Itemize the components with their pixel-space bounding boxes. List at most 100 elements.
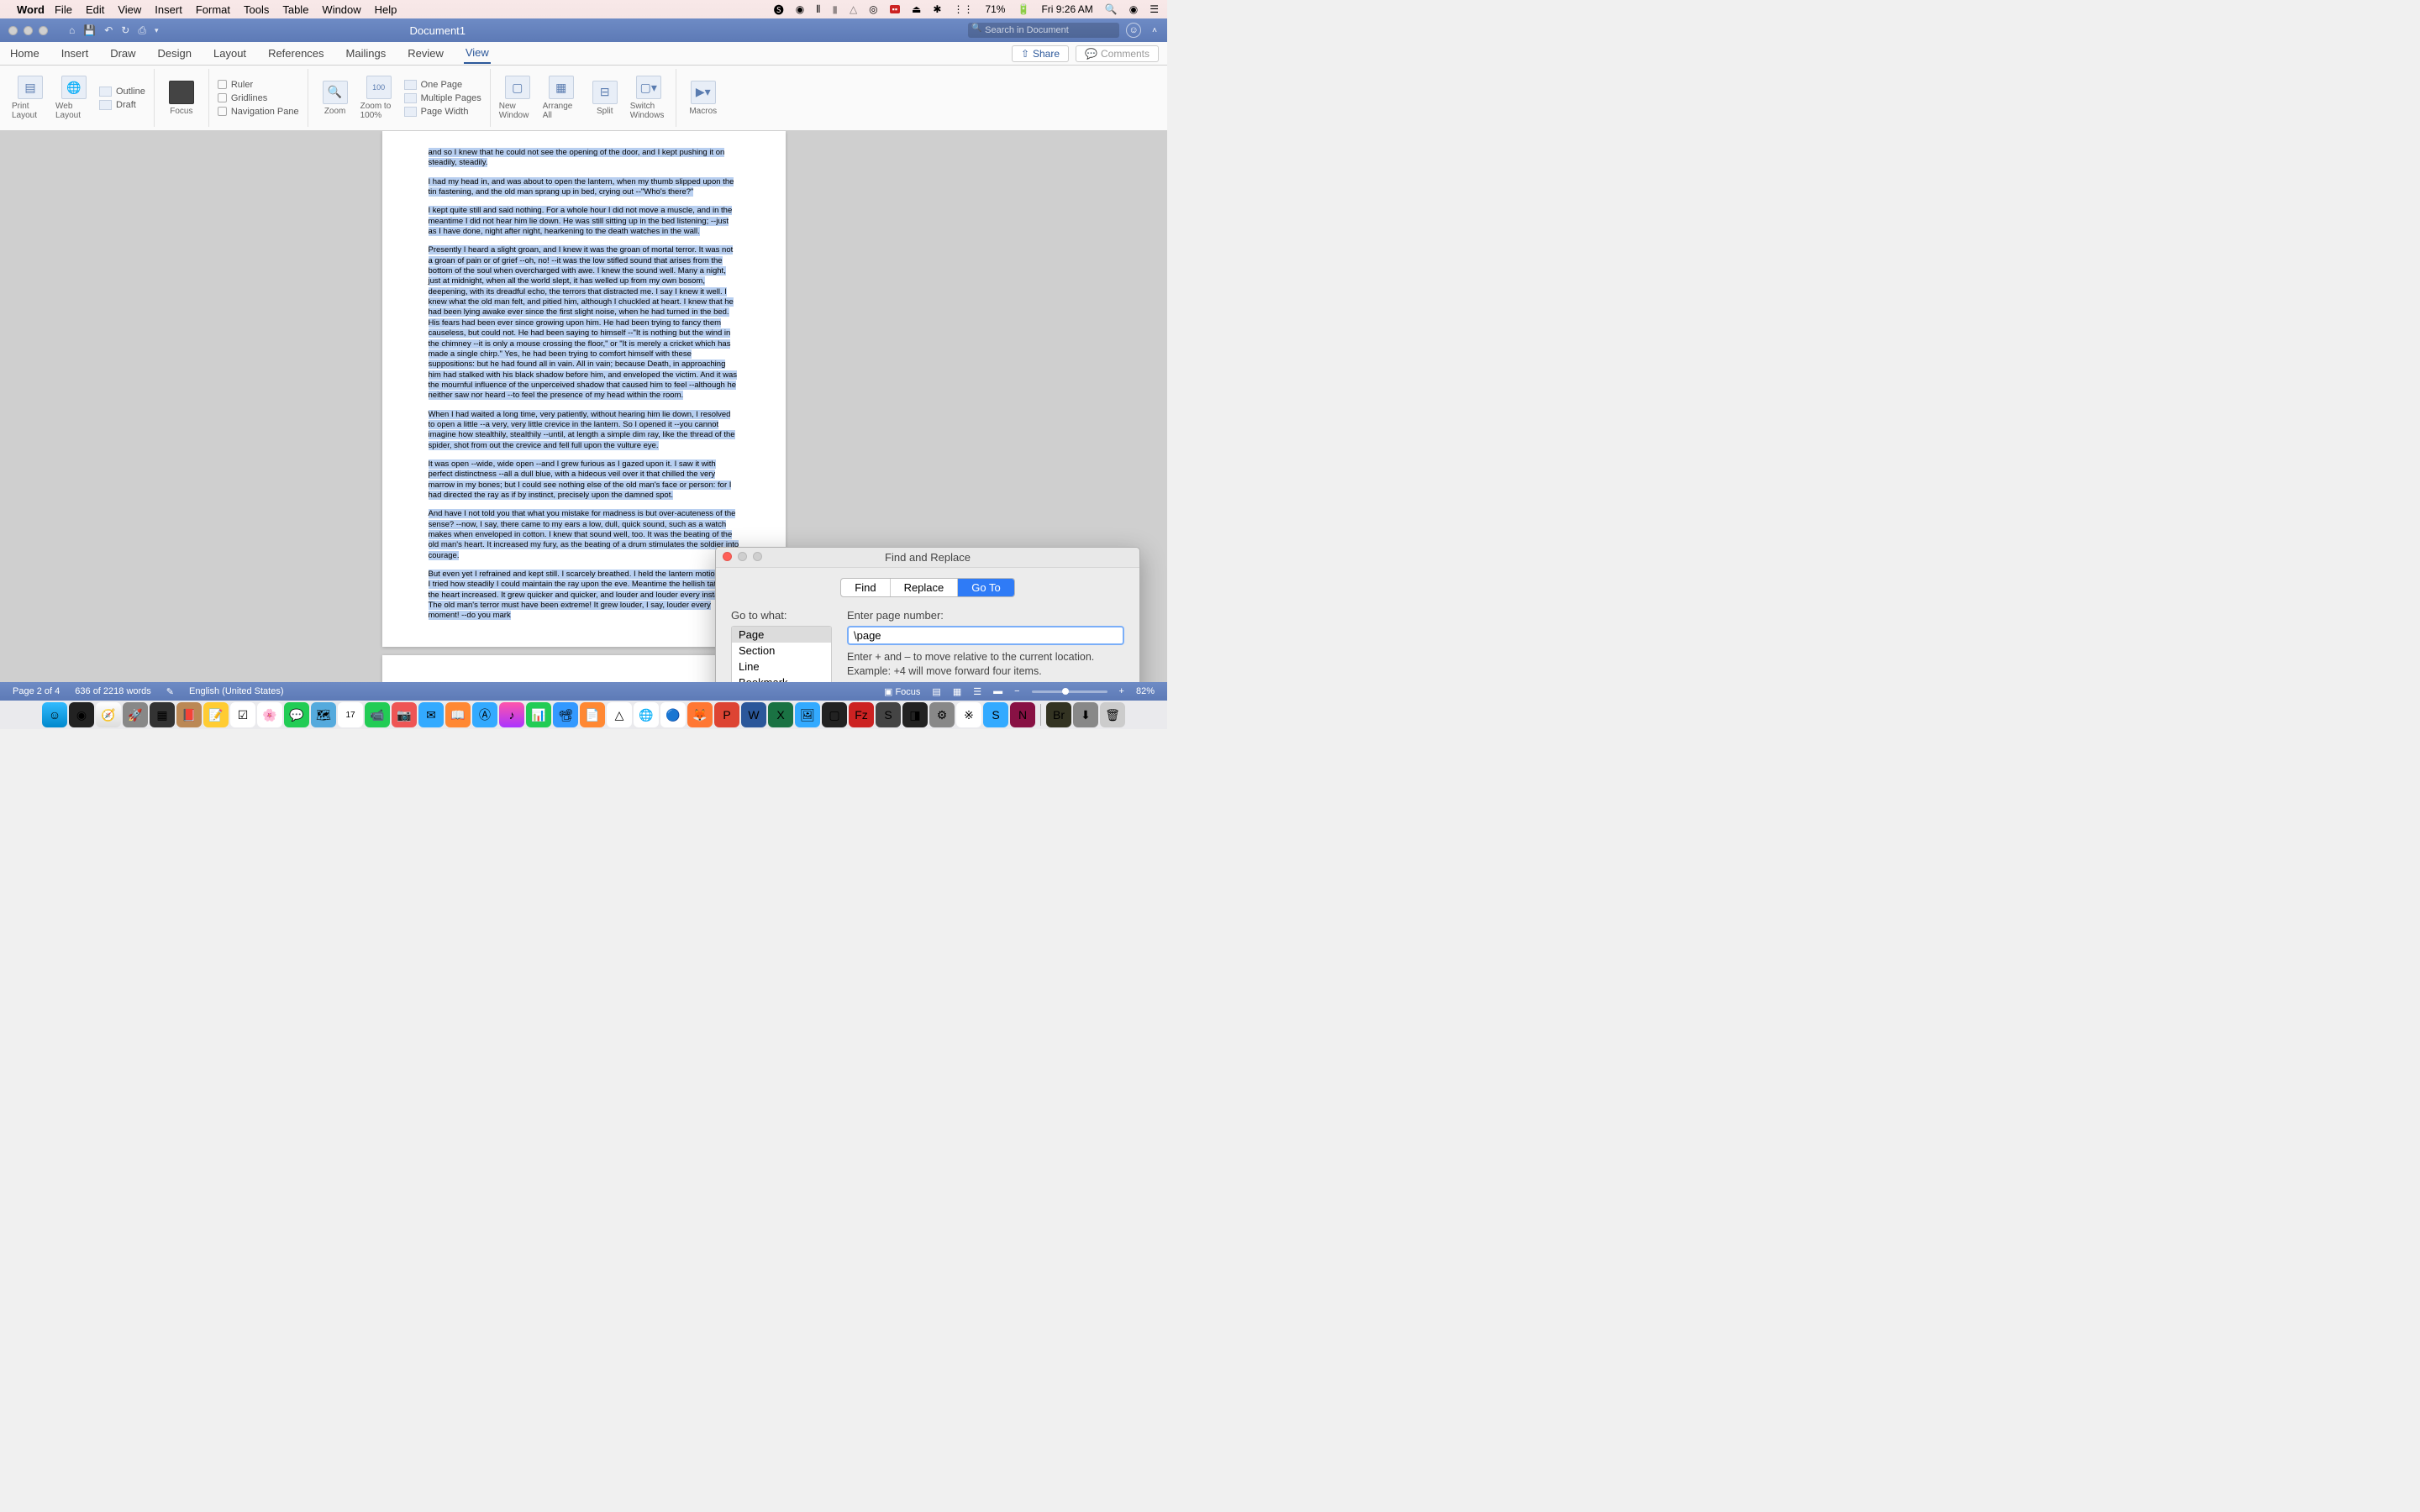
ribbon-toggle-icon[interactable]: ˄ xyxy=(1152,26,1157,35)
dock-calendar[interactable]: 17 xyxy=(338,702,363,727)
dock-photos[interactable]: 🌸 xyxy=(257,702,282,727)
list-item-line[interactable]: Line xyxy=(732,659,831,675)
cc-icon[interactable]: ◎ xyxy=(869,3,877,15)
tab-insert[interactable]: Insert xyxy=(60,44,91,63)
zoom-in-icon[interactable]: + xyxy=(1119,686,1124,696)
word-count[interactable]: 636 of 2218 words xyxy=(75,686,151,696)
dock-terminal[interactable]: ▢ xyxy=(822,702,847,727)
dock-drive[interactable]: △ xyxy=(607,702,632,727)
switch-windows-button[interactable]: ▢▾Switch Windows xyxy=(630,76,667,120)
dock-itunes[interactable]: ♪ xyxy=(499,702,524,727)
dropbox-icon[interactable]: ⫴ xyxy=(816,3,820,16)
document-text[interactable]: And have I not told you that what you mi… xyxy=(429,509,739,559)
dock-skype[interactable]: S xyxy=(983,702,1008,727)
dock-contacts[interactable]: 📕 xyxy=(176,702,202,727)
dock-preview[interactable]: 🖼 xyxy=(795,702,820,727)
new-window-button[interactable]: ▢New Window xyxy=(499,76,536,120)
undo-icon[interactable]: ↶ xyxy=(104,24,113,36)
dock-trash[interactable]: 🗑 xyxy=(1100,702,1125,727)
dock-filezilla[interactable]: Fz xyxy=(849,702,874,727)
tab-mailings[interactable]: Mailings xyxy=(345,44,388,63)
zoom-percent[interactable]: 82% xyxy=(1136,686,1155,696)
focus-button[interactable]: Focus xyxy=(163,81,200,116)
notification-center-icon[interactable]: ☰ xyxy=(1150,3,1159,15)
view-outline-icon[interactable]: ☰ xyxy=(973,686,981,697)
zoom-out-icon[interactable]: − xyxy=(1014,686,1019,696)
draft-button[interactable]: Draft xyxy=(99,100,145,110)
goto-what-listbox[interactable]: Page Section Line Bookmark Comment Footn… xyxy=(731,626,832,682)
dock-appstore[interactable]: Ⓐ xyxy=(472,702,497,727)
save-icon[interactable]: 💾 xyxy=(83,24,96,36)
macros-button[interactable]: ▶▾Macros xyxy=(685,81,722,116)
dialog-window-controls[interactable] xyxy=(723,552,762,561)
menu-help[interactable]: Help xyxy=(375,3,397,16)
status-icon[interactable]: ▮ xyxy=(832,3,838,15)
document-text[interactable]: I kept quite still and said nothing. For… xyxy=(429,206,733,236)
dock-downloads[interactable]: ⬇ xyxy=(1073,702,1098,727)
view-print-icon[interactable]: ▤ xyxy=(932,686,940,697)
tab-view[interactable]: View xyxy=(464,43,491,64)
arrange-all-button[interactable]: ▦Arrange All xyxy=(543,76,580,120)
split-button[interactable]: ⊟Split xyxy=(587,81,623,116)
dock-facetime[interactable]: 📹 xyxy=(365,702,390,727)
dock-onenote[interactable]: N xyxy=(1010,702,1035,727)
drive-icon[interactable]: △ xyxy=(850,3,857,15)
user-account-icon[interactable]: ☺ xyxy=(1126,23,1141,38)
document-text[interactable]: Presently I heard a slight groan, and I … xyxy=(429,245,738,400)
tab-design[interactable]: Design xyxy=(156,44,193,63)
web-layout-button[interactable]: 🌐Web Layout xyxy=(55,76,92,120)
tab-replace[interactable]: Replace xyxy=(891,579,959,596)
language-indicator[interactable]: English (United States) xyxy=(189,686,284,696)
tab-find[interactable]: Find xyxy=(841,579,890,596)
multiple-pages-button[interactable]: Multiple Pages xyxy=(404,93,481,103)
list-item-section[interactable]: Section xyxy=(732,643,831,659)
spellcheck-icon[interactable]: ✎ xyxy=(166,686,174,697)
clock[interactable]: Fri 9:26 AM xyxy=(1041,3,1092,15)
document-area[interactable]: and so I knew that he could not see the … xyxy=(0,131,1167,682)
zoom-button[interactable]: 🔍Zoom xyxy=(317,81,354,116)
dock-siri[interactable]: ◉ xyxy=(69,702,94,727)
home-icon[interactable]: ⌂ xyxy=(69,24,75,36)
zoom-100-button[interactable]: 100Zoom to 100% xyxy=(360,76,397,120)
dialog-titlebar[interactable]: Find and Replace xyxy=(716,548,1139,568)
wifi-icon[interactable]: ⋮⋮ xyxy=(953,3,973,15)
page-indicator[interactable]: Page 2 of 4 xyxy=(13,686,60,696)
close-icon[interactable] xyxy=(723,552,732,561)
search-input[interactable] xyxy=(968,23,1119,38)
menu-window[interactable]: Window xyxy=(322,3,360,16)
comments-button[interactable]: 💬Comments xyxy=(1076,45,1159,62)
list-item-page[interactable]: Page xyxy=(732,627,831,643)
dock-chrome2[interactable]: 🔵 xyxy=(660,702,686,727)
menu-view[interactable]: View xyxy=(118,3,141,16)
view-web-icon[interactable]: ▦ xyxy=(953,686,961,697)
dock-reminders[interactable]: ☑ xyxy=(230,702,255,727)
airplay-icon[interactable]: ⏏ xyxy=(912,3,921,15)
document-text[interactable]: and so I knew that he could not see the … xyxy=(429,148,725,167)
menu-tools[interactable]: Tools xyxy=(244,3,269,16)
menu-insert[interactable]: Insert xyxy=(155,3,182,16)
view-draft-icon[interactable]: ▬ xyxy=(993,686,1002,696)
document-text[interactable]: It was open --wide, wide open --and I gr… xyxy=(429,459,732,500)
gridlines-checkbox[interactable]: Gridlines xyxy=(218,93,299,103)
page-width-button[interactable]: Page Width xyxy=(404,107,481,117)
bluetooth-icon[interactable]: ✱ xyxy=(933,3,941,15)
zoom-slider[interactable] xyxy=(1032,690,1107,693)
app-menu[interactable]: Word xyxy=(17,3,45,16)
dock-mail[interactable]: ✉ xyxy=(418,702,444,727)
dock-safari[interactable]: 🧭 xyxy=(96,702,121,727)
outline-button[interactable]: Outline xyxy=(99,87,145,97)
one-page-button[interactable]: One Page xyxy=(404,80,481,90)
dock-excel[interactable]: X xyxy=(768,702,793,727)
dock-pycharm[interactable]: ◨ xyxy=(902,702,928,727)
dock-finder[interactable]: ☺ xyxy=(42,702,67,727)
dock-firefox[interactable]: 🦊 xyxy=(687,702,713,727)
tab-review[interactable]: Review xyxy=(406,44,445,63)
print-icon[interactable]: ⎙ xyxy=(138,24,146,37)
page-number-input[interactable] xyxy=(847,626,1124,645)
dock-mission[interactable]: ▦ xyxy=(150,702,175,727)
dock-pages[interactable]: 📄 xyxy=(580,702,605,727)
dock-keynote[interactable]: 📽 xyxy=(553,702,578,727)
dock-launchpad[interactable]: 🚀 xyxy=(123,702,148,727)
nav-pane-checkbox[interactable]: Navigation Pane xyxy=(218,107,299,117)
menu-file[interactable]: File xyxy=(55,3,72,16)
